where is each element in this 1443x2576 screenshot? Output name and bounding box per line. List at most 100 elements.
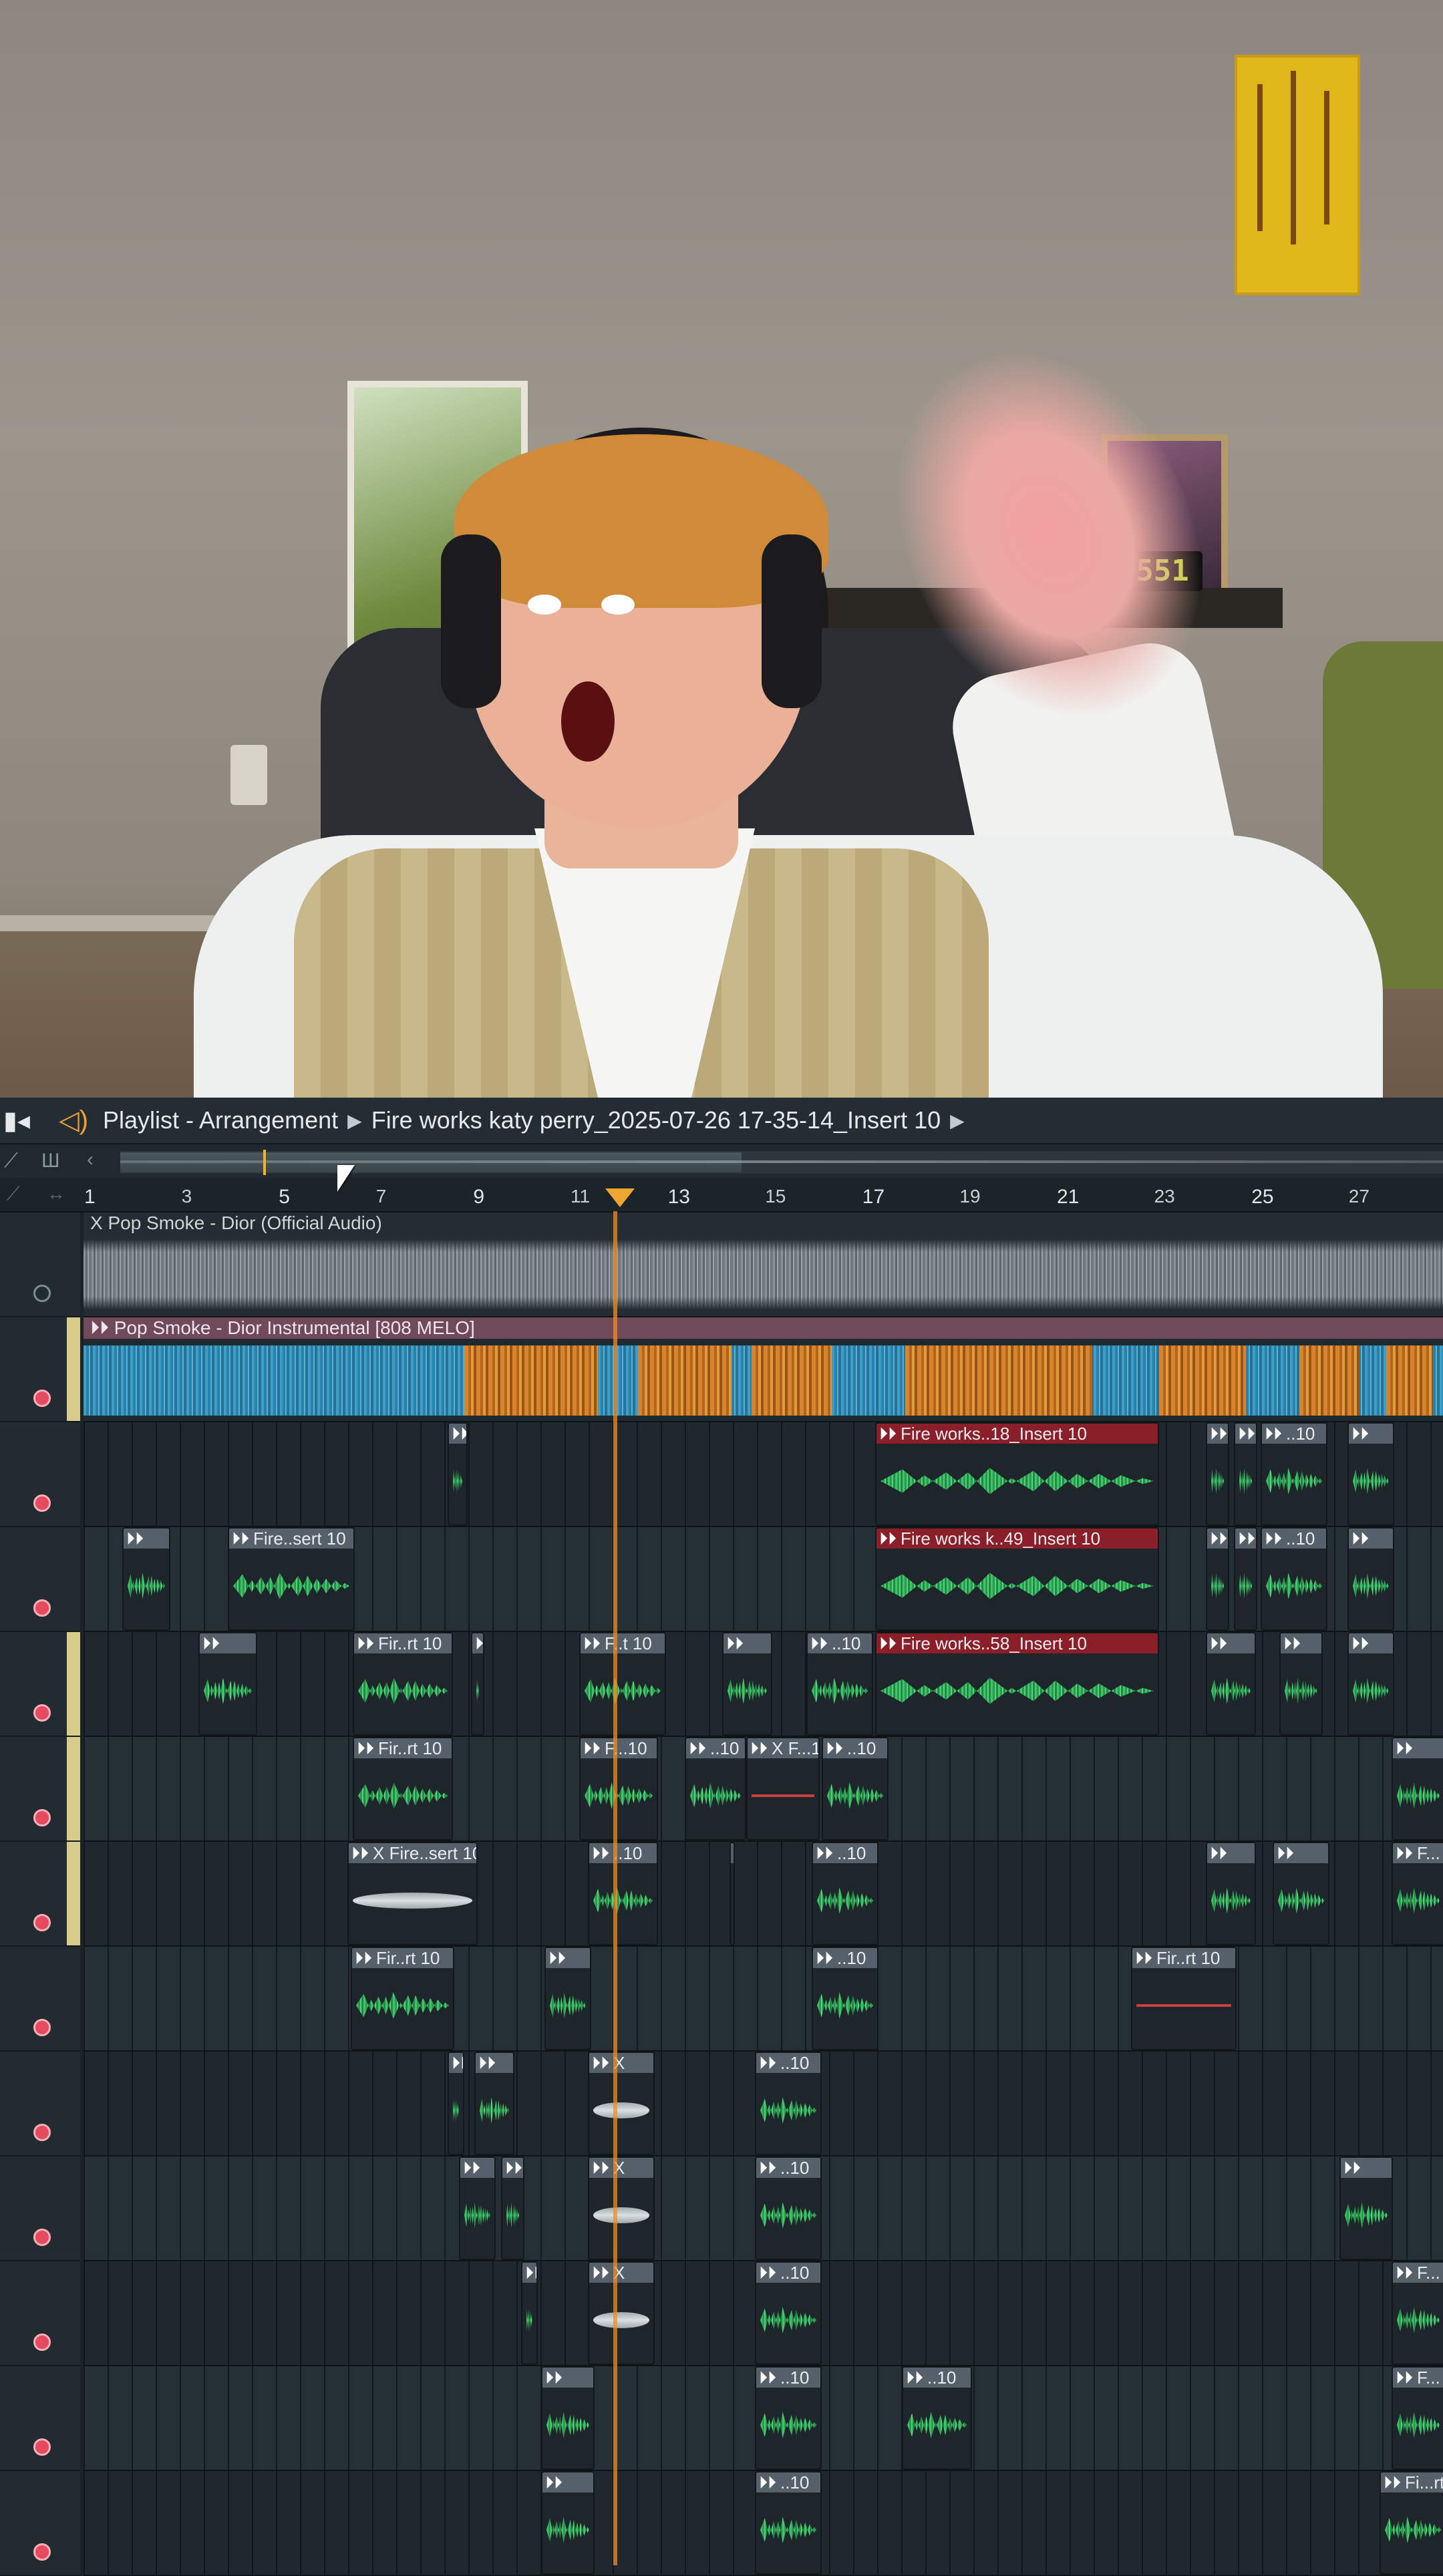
clip-header[interactable]: ⏵⏵: [522, 2263, 536, 2283]
audio-clip[interactable]: ⏵⏵ X Fire..sert 10: [347, 1842, 478, 1945]
track-header[interactable]: [0, 1842, 80, 1947]
audio-clip[interactable]: ⏵⏵X F...10: [746, 1737, 820, 1840]
audio-clip[interactable]: ⏵⏵: [541, 2366, 595, 2470]
clip-menu-icon[interactable]: ⏵⏵: [810, 1633, 828, 1653]
clip-menu-icon[interactable]: ⏵⏵: [202, 1633, 220, 1653]
audio-clip[interactable]: ⏵⏵ ..10: [902, 2366, 972, 2470]
track-mute-button[interactable]: [33, 2543, 51, 2561]
pattern-arrow-icon[interactable]: ▶: [950, 1110, 965, 1132]
clip-header[interactable]: ⏵⏵ Fir..rt 10: [352, 1948, 453, 1968]
clip-header[interactable]: ⏵⏵: [1349, 1424, 1393, 1444]
audio-clip[interactable]: ⏵⏵: [1206, 1842, 1256, 1945]
clip-menu-icon[interactable]: ⏵⏵: [1396, 1738, 1413, 1758]
audio-clip[interactable]: ⏵⏵ Fir..rt 10: [353, 1632, 453, 1736]
audio-clip[interactable]: ⏵⏵ ..10: [1261, 1527, 1327, 1631]
clip-menu-icon[interactable]: ⏵⏵: [475, 1633, 483, 1653]
track-mute-button[interactable]: [33, 1704, 51, 1722]
clip-header[interactable]: ⏵⏵ ..10: [903, 2368, 971, 2388]
clip-menu-icon[interactable]: ⏵⏵: [463, 2158, 480, 2178]
track-lane-2[interactable]: ⏵⏵ Pop Smoke - Dior Instrumental [808 ME…: [84, 1317, 1443, 1422]
clip-menu-icon[interactable]: ⏵⏵: [1238, 1424, 1255, 1444]
clip-menu-icon[interactable]: ⏵⏵: [1135, 1948, 1152, 1968]
clip-menu-icon[interactable]: ⏵⏵: [357, 1738, 374, 1758]
track-header[interactable]: [0, 1527, 80, 1632]
audio-clip[interactable]: ⏵⏵: [448, 2052, 464, 2155]
clip-header[interactable]: ⏵⏵ Fire..sert 10: [229, 1528, 353, 1549]
clip-menu-icon[interactable]: ⏵⏵: [826, 1738, 843, 1758]
clip-menu-icon[interactable]: ⏵⏵: [545, 2472, 563, 2492]
clip-menu-icon[interactable]: ⏵⏵: [816, 1843, 833, 1863]
audio-clip[interactable]: ⏵⏵ ..10: [1261, 1422, 1327, 1526]
audio-clip[interactable]: ⏵⏵ ..10: [755, 2052, 822, 2155]
clip-header[interactable]: ⏵⏵: [502, 2158, 523, 2178]
audio-clip-title[interactable]: ⏵⏵ Pop Smoke - Dior Instrumental [808 ME…: [84, 1317, 1443, 1339]
audio-clip[interactable]: ⏵⏵: [1206, 1632, 1256, 1736]
audio-clip[interactable]: ⏵⏵: [1279, 1632, 1323, 1736]
clip-menu-icon[interactable]: ⏵⏵: [1384, 2472, 1401, 2492]
clip-header[interactable]: ⏵⏵ F...: [1393, 1843, 1443, 1863]
clip-header[interactable]: ⏵⏵: [546, 1948, 590, 1968]
audio-clip[interactable]: ⏵⏵ ..10: [755, 2471, 822, 2575]
track-mute-button[interactable]: [33, 2124, 51, 2141]
clip-header[interactable]: ⏵⏵ Fir..rt 10: [354, 1633, 452, 1653]
clip-header[interactable]: ⏵⏵ ..10: [1262, 1528, 1326, 1549]
audio-clip[interactable]: ⏵⏵: [730, 1842, 735, 1945]
audio-clip[interactable]: ⏵⏵ ..10: [755, 2156, 822, 2260]
clip-menu-icon[interactable]: ⏵⏵: [583, 1738, 601, 1758]
clip-header[interactable]: ⏵⏵: [542, 2368, 593, 2388]
clip-header[interactable]: ⏵⏵: [731, 1843, 734, 1863]
track-mute-button[interactable]: [33, 1599, 51, 1617]
clip-menu-icon[interactable]: ⏵⏵: [879, 1633, 897, 1653]
clip-header[interactable]: ⏵⏵: [1349, 1528, 1393, 1549]
audio-clip[interactable]: ⏵⏵ F...: [1392, 1842, 1443, 1945]
track-lane-4[interactable]: ⏵⏵ ⏵⏵ Fire..sert 10 ⏵⏵ Fire works k..49_Inse…: [84, 1527, 1443, 1632]
clip-menu-icon[interactable]: ⏵⏵: [726, 1633, 744, 1653]
audio-clip[interactable]: ⏵⏵: [1347, 1527, 1394, 1631]
playlist-menu-icon[interactable]: ▮◂: [0, 1106, 33, 1136]
clip-menu-icon[interactable]: ⏵⏵: [357, 1633, 374, 1653]
audio-clip[interactable]: ⏵⏵ ..10: [812, 1947, 878, 2050]
audio-clip[interactable]: ⏵⏵ Fir..rt 10: [353, 1737, 453, 1840]
timeline-ruler[interactable]: ⟋ ↔ 1357911131517192123252729: [0, 1178, 1443, 1213]
clip-menu-icon[interactable]: ⏵⏵: [1351, 1528, 1369, 1549]
track-header[interactable]: [0, 1947, 80, 2052]
audio-clip[interactable]: ⏵⏵ Fire works..58_Insert 10: [875, 1632, 1159, 1736]
clip-header[interactable]: ⏵⏵ ..10: [589, 1843, 657, 1863]
clip-menu-icon[interactable]: ⏵⏵: [689, 1738, 706, 1758]
track-header[interactable]: [0, 1422, 80, 1527]
clip-header[interactable]: ⏵⏵X F...10: [748, 1738, 818, 1758]
track-lane-6[interactable]: ⏵⏵Fir..rt 10⏵⏵F...10⏵⏵..10⏵⏵X F...10⏵⏵..…: [84, 1737, 1443, 1842]
audio-clip[interactable]: ⏵⏵: [448, 1422, 468, 1526]
audio-clip[interactable]: ⏵⏵: [1347, 1632, 1394, 1736]
audio-clip[interactable]: ⏵⏵ F...: [1392, 2261, 1443, 2365]
clip-header[interactable]: ⏵⏵ Fire works..58_Insert 10: [876, 1633, 1158, 1653]
clip-header[interactable]: ⏵⏵ ..10: [756, 2053, 820, 2073]
clip-menu-icon[interactable]: ⏵⏵: [592, 1843, 609, 1863]
clip-header[interactable]: ⏵⏵: [124, 1528, 169, 1549]
pattern-selector[interactable]: Fire works katy perry_2025-07-26 17-35-1…: [371, 1106, 941, 1134]
clip-menu-icon[interactable]: ⏵⏵: [1265, 1528, 1282, 1549]
clip-header[interactable]: ⏵⏵ Fi...rt: [1381, 2472, 1443, 2492]
piano-icon[interactable]: Ш: [41, 1150, 60, 1172]
clip-header[interactable]: ⏵⏵ ..10: [756, 2368, 820, 2388]
track-header[interactable]: [0, 1737, 80, 1842]
clip-menu-icon[interactable]: ⏵⏵: [1396, 1843, 1413, 1863]
clip-header[interactable]: ⏵⏵ ..10: [756, 2263, 820, 2283]
clip-menu-icon[interactable]: ⏵⏵: [525, 2263, 536, 2283]
clip-header[interactable]: ⏵⏵: [1207, 1633, 1255, 1653]
playhead-marker[interactable]: [605, 1188, 635, 1207]
clip-menu-icon[interactable]: ⏵⏵: [478, 2053, 496, 2073]
clip-header[interactable]: ⏵⏵ Fir..rt 10: [1132, 1948, 1235, 1968]
track-header[interactable]: [0, 2156, 80, 2261]
track-lane-5[interactable]: ⏵⏵⏵⏵Fir..rt 10⏵⏵⏵⏵F..t 10⏵⏵⏵⏵..10⏵⏵Fire …: [84, 1632, 1443, 1737]
clip-header[interactable]: ⏵⏵ Fir..rt 10: [354, 1738, 452, 1758]
track-mute-button[interactable]: [33, 2229, 51, 2246]
clip-header[interactable]: ⏵⏵: [1393, 1738, 1443, 1758]
audio-clip[interactable]: ⏵⏵ ..10: [806, 1632, 873, 1736]
audio-clip-title[interactable]: X Pop Smoke - Dior (Official Audio): [84, 1213, 1443, 1234]
clip-header[interactable]: ⏵⏵ X: [589, 2263, 653, 2283]
clip-header[interactable]: ⏵⏵: [460, 2158, 494, 2178]
clip-menu-icon[interactable]: ⏵⏵: [1238, 1528, 1255, 1549]
clip-menu-icon[interactable]: ⏵⏵: [1210, 1843, 1227, 1863]
track-lane-1[interactable]: X Pop Smoke - Dior (Official Audio): [84, 1213, 1443, 1317]
